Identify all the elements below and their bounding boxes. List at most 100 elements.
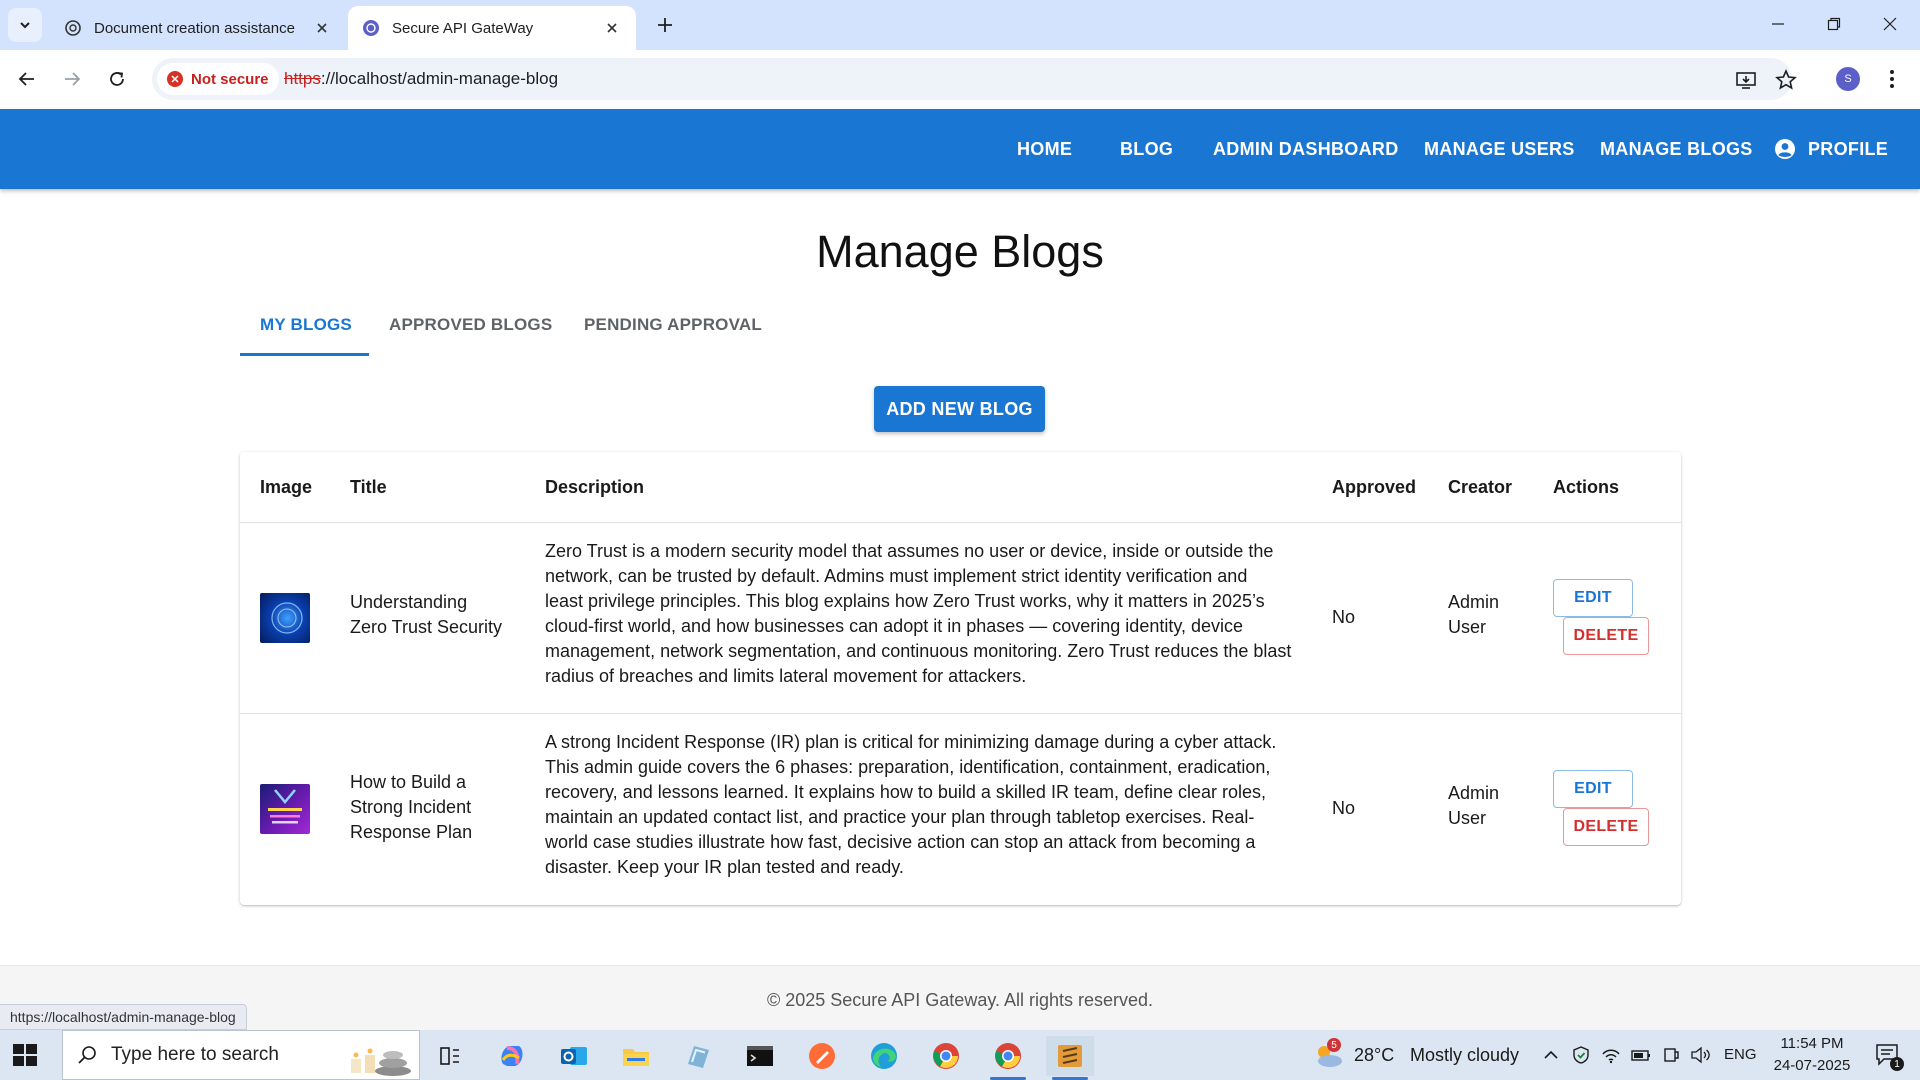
arrow-right-icon: [65, 72, 81, 86]
outlook-icon[interactable]: [550, 1036, 598, 1076]
tab-title: Secure API GateWay: [392, 19, 534, 37]
nav-home[interactable]: HOME: [1017, 109, 1072, 189]
edit-button[interactable]: EDIT: [1553, 579, 1633, 617]
candles-decoration-icon: [351, 1048, 411, 1076]
browser-tab-document-creation[interactable]: Document creation assistance: [50, 6, 346, 50]
tab-pending-approval[interactable]: PENDING APPROVAL: [584, 300, 762, 350]
creator-line: User: [1448, 808, 1487, 828]
file-explorer-icon[interactable]: [612, 1036, 660, 1076]
back-button[interactable]: [12, 64, 42, 94]
security-shield-icon[interactable]: [1570, 1044, 1592, 1066]
creator: Admin User: [1448, 590, 1499, 640]
profile-label: PROFILE: [1808, 138, 1889, 159]
table-row: How to Build a Strong Incident Response …: [240, 713, 1681, 904]
restore-button[interactable]: [1806, 0, 1862, 48]
blog-thumbnail: [260, 593, 310, 643]
minimize-icon: [1772, 23, 1784, 25]
taskbar-search-box[interactable]: Type here to search: [62, 1030, 420, 1080]
description-line: world case studies illustrate how fast, …: [545, 832, 1256, 852]
nav-manage-blogs[interactable]: MANAGE BLOGS: [1600, 109, 1753, 189]
url-text: https://localhost/admin-manage-blog: [284, 69, 558, 89]
app-navbar: HOME BLOG ADMIN DASHBOARD MANAGE USERS M…: [0, 109, 1920, 189]
edge-icon[interactable]: [860, 1036, 908, 1076]
blog-title-line: Understanding: [350, 592, 468, 612]
description-line: maintain an updated contact list, and pr…: [545, 807, 1255, 827]
temperature[interactable]: 28°C: [1354, 1045, 1394, 1066]
notification-count-badge: 1: [1890, 1057, 1904, 1071]
new-tab-button[interactable]: [652, 12, 678, 38]
clock-time[interactable]: 11:54 PM: [1776, 1035, 1848, 1052]
terminal-icon[interactable]: [736, 1036, 784, 1076]
security-indicator[interactable]: ✕ Not secure: [157, 63, 279, 95]
input-language[interactable]: ENG: [1724, 1046, 1757, 1063]
edit-button[interactable]: EDIT: [1553, 770, 1633, 808]
bookmark-star-icon[interactable]: [1774, 68, 1798, 92]
minimize-button[interactable]: [1750, 0, 1806, 48]
tab-approved-blogs[interactable]: APPROVED BLOGS: [389, 300, 552, 350]
address-bar[interactable]: ✕ Not secure https://localhost/admin-man…: [152, 58, 1797, 100]
column-header-actions: Actions: [1553, 476, 1620, 497]
nav-manage-users[interactable]: MANAGE USERS: [1424, 109, 1575, 189]
forward-button[interactable]: [57, 64, 87, 94]
close-window-button[interactable]: [1862, 0, 1918, 48]
windows-start-icon[interactable]: [10, 1040, 40, 1070]
browser-tab-secure-api-gateway[interactable]: Secure API GateWay: [348, 6, 636, 50]
description-line: This admin guide covers the 6 phases: pr…: [545, 757, 1271, 777]
link-preview-status: https://localhost/admin-manage-blog: [0, 1004, 247, 1030]
search-icon: [78, 1046, 96, 1064]
nav-admin-dashboard[interactable]: ADMIN DASHBOARD: [1213, 109, 1399, 189]
approved-status: No: [1332, 607, 1356, 627]
postman-icon[interactable]: [798, 1036, 846, 1076]
copilot-icon[interactable]: [488, 1036, 536, 1076]
weather-condition[interactable]: Mostly cloudy: [1410, 1045, 1519, 1066]
blog-title-line: Zero Trust Security: [350, 617, 503, 637]
close-icon: [1883, 17, 1897, 31]
tab-search-button[interactable]: [8, 8, 42, 42]
nav-profile[interactable]: PROFILE: [1774, 109, 1888, 189]
chrome-active-window-icon[interactable]: [984, 1036, 1032, 1080]
column-header-description: Description: [545, 476, 645, 497]
blog-title-line: Strong Incident: [350, 797, 472, 817]
clock-date[interactable]: 24-07-2025: [1768, 1057, 1856, 1074]
close-icon[interactable]: [602, 18, 622, 38]
add-new-blog-button[interactable]: ADD NEW BLOG: [874, 386, 1045, 432]
tab-title: Document creation assistance: [94, 19, 295, 37]
blog-description: Zero Trust is a modern security model th…: [545, 539, 1305, 689]
reload-button[interactable]: [102, 64, 132, 94]
wifi-icon[interactable]: [1600, 1044, 1622, 1066]
description-line: management, network segmentation, and co…: [545, 641, 1292, 661]
account-circle-icon: [1775, 139, 1795, 159]
install-app-icon[interactable]: [1734, 68, 1758, 92]
delete-button[interactable]: DELETE: [1563, 617, 1649, 655]
close-icon[interactable]: [312, 18, 332, 38]
task-view-icon[interactable]: [426, 1036, 474, 1076]
volume-icon[interactable]: [1690, 1044, 1712, 1066]
browser-toolbar: ✕ Not secure https://localhost/admin-man…: [0, 50, 1920, 109]
more-menu-icon[interactable]: [1880, 64, 1904, 94]
notepad-app-icon[interactable]: [674, 1036, 722, 1076]
chrome-icon[interactable]: [922, 1036, 970, 1076]
creator-line: Admin: [1448, 592, 1500, 612]
tab-my-blogs[interactable]: MY BLOGS: [260, 300, 352, 350]
footer-copyright: © 2025 Secure API Gateway. All rights re…: [766, 990, 1154, 1010]
weather-badge: 5: [1327, 1038, 1341, 1052]
description-line: Zero Trust is a modern security model th…: [545, 541, 1274, 561]
creator-line: Admin: [1448, 783, 1500, 803]
blog-title-line: Response Plan: [350, 822, 473, 842]
description-line: recovery, and lessons learned. It explai…: [545, 782, 1267, 802]
security-label: Not secure: [191, 70, 269, 88]
chevron-up-icon[interactable]: [1540, 1044, 1562, 1066]
delete-button[interactable]: DELETE: [1563, 808, 1649, 846]
reload-icon: [110, 72, 124, 86]
sublime-text-icon[interactable]: [1046, 1036, 1094, 1080]
chevron-down-icon: [20, 22, 30, 29]
creator-line: User: [1448, 617, 1487, 637]
page-footer: © 2025 Secure API Gateway. All rights re…: [0, 965, 1920, 1030]
arrow-left-icon: [18, 72, 34, 86]
display-icon[interactable]: [1660, 1044, 1682, 1066]
battery-icon[interactable]: [1630, 1044, 1652, 1066]
column-header-creator: Creator: [1448, 476, 1513, 497]
profile-avatar[interactable]: S: [1836, 67, 1860, 91]
nav-blog[interactable]: BLOG: [1120, 109, 1173, 189]
blog-description: A strong Incident Response (IR) plan is …: [545, 730, 1305, 880]
